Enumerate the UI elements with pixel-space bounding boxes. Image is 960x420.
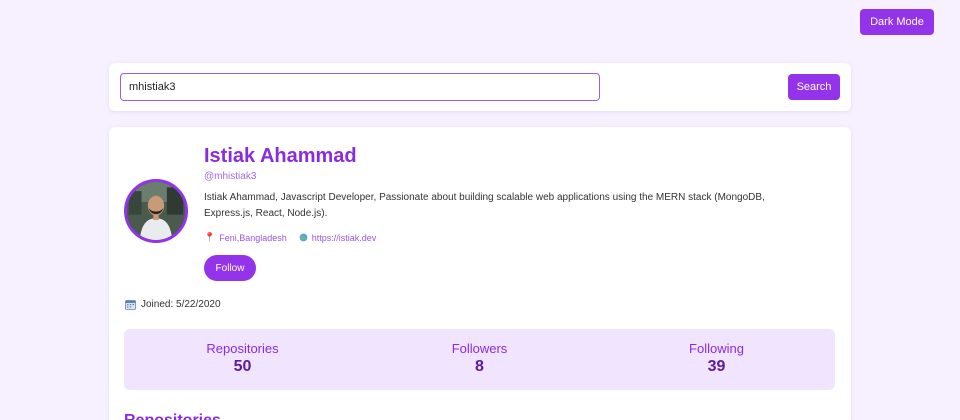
website-link[interactable]: https://istiak.dev <box>299 233 377 243</box>
stat-label: Repositories <box>206 341 279 356</box>
stat-repositories: Repositories 50 <box>124 329 361 390</box>
dark-mode-button[interactable]: Dark Mode <box>860 9 934 35</box>
stat-value: 50 <box>233 358 252 375</box>
joined-date: Joined: 5/22/2020 <box>125 299 221 310</box>
website-text[interactable]: https://istiak.dev <box>312 233 377 243</box>
joined-text: Joined: 5/22/2020 <box>141 299 221 310</box>
avatar-photo <box>127 182 185 240</box>
stat-followers: Followers 8 <box>361 329 598 390</box>
follow-button[interactable]: Follow <box>204 255 256 281</box>
location: 📍 Feni,Bangladesh <box>204 232 287 243</box>
stat-following: Following 39 <box>598 329 835 390</box>
stat-value: 8 <box>475 358 484 375</box>
map-pin-icon: 📍 <box>204 232 216 242</box>
repositories-heading: Repositories <box>124 412 221 420</box>
avatar <box>124 179 188 243</box>
globe-icon <box>299 233 308 242</box>
calendar-icon <box>125 300 136 310</box>
stats-panel: Repositories 50 Followers 8 Following 39 <box>124 329 835 390</box>
profile-card: Istiak Ahammad @mhistiak3 Istiak Ahammad… <box>109 127 851 420</box>
stat-label: Following <box>689 341 744 356</box>
profile-meta: 📍 Feni,Bangladesh https://istiak.dev <box>204 232 376 243</box>
search-button[interactable]: Search <box>788 74 840 100</box>
search-input[interactable] <box>120 73 600 101</box>
profile-username[interactable]: @mhistiak3 <box>204 171 256 182</box>
stat-label: Followers <box>451 341 508 356</box>
profile-bio: Istiak Ahammad, Javascript Developer, Pa… <box>204 192 765 219</box>
stat-value: 39 <box>707 358 726 375</box>
location-text: Feni,Bangladesh <box>219 232 287 243</box>
search-bar: Search <box>109 63 851 111</box>
profile-name: Istiak Ahammad <box>204 145 357 167</box>
